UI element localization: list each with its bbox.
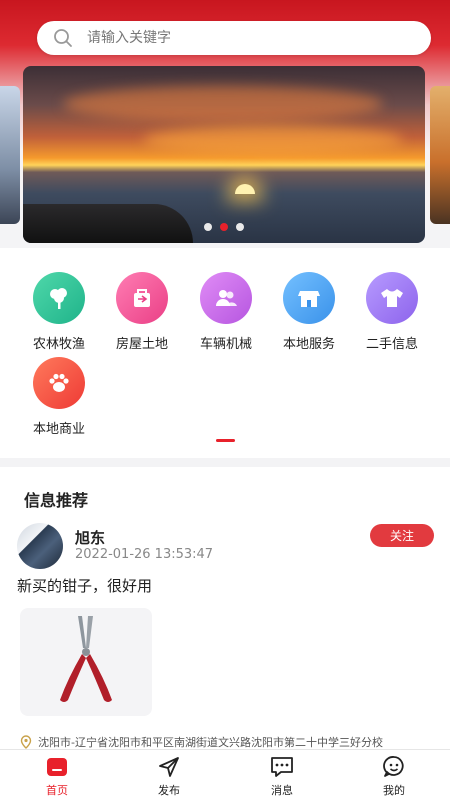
category-label: 房屋土地 (115, 337, 168, 352)
recommend-section: 信息推荐 旭东 2022-01-26 13:53:47 关注 新买的钳子，很好用… (0, 467, 450, 749)
banner-dot[interactable] (204, 223, 212, 231)
tab-home[interactable]: 首页 (17, 754, 97, 798)
post-location-text: 沈阳市-辽宁省沈阳市和平区南湖街道文兴路沈阳市第二十中学三好分校 (38, 736, 383, 749)
search-bar[interactable] (37, 21, 431, 55)
avatar[interactable] (17, 523, 63, 569)
tab-label: 消息 (271, 784, 293, 797)
banner-dot[interactable] (236, 223, 244, 231)
post-text[interactable]: 新买的钳子，很好用 (17, 575, 152, 596)
search-icon (54, 29, 72, 47)
category-item-local-business[interactable]: 本地商业 (17, 357, 101, 437)
follow-button[interactable]: 关注 (370, 524, 434, 547)
location-pin-icon (20, 735, 32, 749)
post-username[interactable]: 旭东 (75, 527, 105, 548)
category-label: 二手信息 (365, 337, 418, 352)
category-label: 本地服务 (282, 337, 335, 352)
tab-label: 我的 (383, 784, 405, 797)
banner-sun (235, 184, 255, 194)
home-icon (17, 754, 97, 780)
banner-next-slide[interactable] (430, 86, 450, 224)
banner-carousel[interactable] (23, 66, 425, 243)
shirt-icon (366, 272, 418, 324)
post-image-pliers[interactable] (20, 608, 152, 716)
category-grid: 农林牧渔 房屋土地 车辆机械 本地服务 二手信息 本地商业 (0, 248, 450, 458)
tab-publish[interactable]: 发布 (129, 754, 209, 798)
category-label: 本地商业 (32, 422, 85, 437)
user-smile-icon (354, 754, 434, 780)
send-icon (129, 754, 209, 780)
tab-profile[interactable]: 我的 (354, 754, 434, 798)
category-item-secondhand[interactable]: 二手信息 (350, 272, 434, 352)
category-label: 车辆机械 (199, 337, 252, 352)
people-icon (200, 272, 252, 324)
paw-icon (33, 357, 85, 409)
banner-dots (23, 223, 425, 231)
category-item-agriculture[interactable]: 农林牧渔 (17, 272, 101, 352)
tab-messages[interactable]: 消息 (242, 754, 322, 798)
category-label: 农林牧渔 (32, 337, 85, 352)
category-item-housing[interactable]: 房屋土地 (100, 272, 184, 352)
post-timestamp: 2022-01-26 13:53:47 (75, 547, 214, 562)
message-icon (242, 754, 322, 780)
store-icon (283, 272, 335, 324)
bottom-tab-bar: 首页 发布 消息 我的 (0, 749, 450, 801)
category-item-local-service[interactable]: 本地服务 (267, 272, 351, 352)
search-input[interactable] (85, 29, 389, 47)
post-location: 沈阳市-辽宁省沈阳市和平区南湖街道文兴路沈阳市第二十中学三好分校 (20, 734, 383, 749)
category-page-indicator (216, 439, 235, 442)
tab-label: 发布 (158, 784, 180, 797)
banner-dot-active[interactable] (220, 223, 228, 231)
house-bag-icon (116, 272, 168, 324)
tab-label: 首页 (46, 784, 68, 797)
category-item-vehicles[interactable]: 车辆机械 (184, 272, 268, 352)
section-title: 信息推荐 (24, 491, 89, 510)
tree-icon (33, 272, 85, 324)
banner-prev-slide[interactable] (0, 86, 20, 224)
